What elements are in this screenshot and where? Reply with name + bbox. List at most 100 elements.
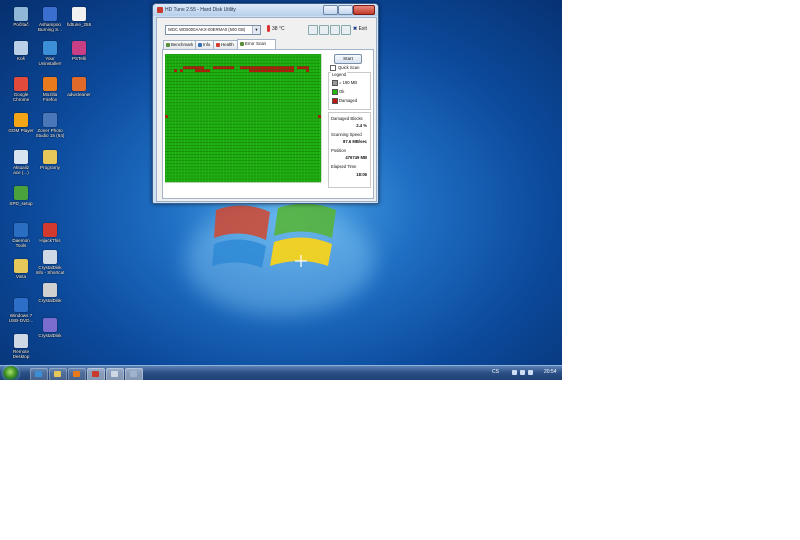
desktop-shortcut[interactable]: HijackThis [33,223,67,243]
damaged-block [228,66,231,70]
adwcleaner-icon [72,77,86,91]
damaged-block [249,69,252,73]
setup-icon [14,186,28,200]
damaged-block [270,69,273,73]
desktop-shortcut[interactable]: Remote Desktop [4,334,38,359]
desktop-shortcut[interactable]: adwcleaner [62,77,96,97]
damaged-block [252,66,255,70]
copy-info-icon[interactable] [319,25,329,35]
window-client: WDC WD5000AAKX-00ERMA0 (500 GB) ▼ 38 °C … [156,17,377,202]
folder-icon [14,259,28,273]
taskbar-button[interactable] [125,368,143,380]
hdtune-icon [92,371,99,377]
folder-icon [43,150,57,164]
drive-select[interactable]: WDC WD5000AAKX-00ERMA0 (500 GB) ▼ [165,25,261,35]
hdtune-window: HD Tune 2.55 - Hard Disk Utility WDC WD5… [152,3,379,204]
damaged-block [285,69,288,73]
taskbar-button[interactable] [68,368,86,380]
scanning-speed-value: 87.6 MB/sec [343,139,367,144]
desktop: Počítač Ashampoo Burning S... hdtune_255 Ko… [0,0,562,380]
damaged-block [273,69,276,73]
desktop-shortcut[interactable]: SPD_setup [4,186,38,206]
language-indicator[interactable]: CS [492,369,499,375]
desktop-shortcut[interactable]: Programy [33,150,67,170]
desktop-shortcut-label: Zoner Photo Studio 15 (64) [35,128,65,139]
damaged-block [279,69,282,73]
checkbox-box[interactable] [330,65,336,71]
damaged-block [270,66,273,70]
damaged-block [303,66,306,70]
scan-sidebar: Start Quick Scan Legend = 190 MB Ok Dama… [328,54,371,194]
copy-icon[interactable] [308,25,318,35]
benchmark-icon [166,43,170,47]
desktop-shortcut-label: CrystalDisk [38,333,62,338]
maximize-button[interactable] [338,5,353,15]
damaged-block [282,69,285,73]
desktop-shortcut-label: Remote Desktop [12,349,30,360]
tab-error-scan[interactable]: Error Scan [237,39,276,49]
damaged-block [198,66,201,70]
damaged-block [264,69,267,73]
damaged-block [267,66,270,70]
clock[interactable]: 20:54 [544,369,557,375]
scanning-speed-label: Scanning Speed [331,132,362,137]
taskbar-button[interactable] [87,368,105,380]
daemon-icon [14,223,28,237]
crystaldisk-icon [43,283,57,297]
start-button-scan[interactable]: Start [334,54,362,64]
damaged-block [195,69,198,73]
desktop-shortcut[interactable]: PSTelli [62,41,96,61]
title-bar[interactable]: HD Tune 2.55 - Hard Disk Utility [153,4,378,16]
damaged-block [255,66,258,70]
damaged-block [291,69,294,73]
desktop-shortcut[interactable]: Zoner Photo Studio 15 (64) [33,113,67,138]
windows-logo [212,203,336,268]
legend-group: Legend = 190 MB Ok Damaged [328,72,371,110]
damaged-block [267,69,270,73]
start-button[interactable] [3,366,19,380]
window-title: HD Tune 2.55 - Hard Disk Utility [165,7,236,13]
health-icon [216,43,220,47]
damaged-block [291,66,294,70]
damaged-block [183,66,186,70]
thermometer-icon [267,25,270,33]
legend-ok-swatch [332,89,338,95]
exit-button[interactable]: ✖ Exit [353,25,367,34]
temperature-readout: 38 °C [267,25,285,34]
desktop-shortcut[interactable]: hdtune_255 [62,7,96,27]
damaged-block [222,66,225,70]
damaged-block [249,66,252,70]
options-icon[interactable] [341,25,351,35]
crystaldisk-icon [43,318,57,332]
damaged-block [255,69,258,73]
remote-desktop-icon [14,334,28,348]
damaged-block [186,66,189,70]
damaged-block [261,66,264,70]
desktop-shortcut[interactable]: CrystalDisk [33,283,67,303]
taskbar-button[interactable] [49,368,67,380]
close-button[interactable] [353,5,375,15]
damaged-block [219,66,222,70]
chevron-down-icon[interactable]: ▼ [252,26,260,34]
damaged-block [318,115,321,119]
tray-volume-icon[interactable] [528,370,533,375]
damaged-block [306,66,309,70]
damaged-block [285,66,288,70]
taskbar-button[interactable] [30,368,48,380]
desktop-shortcut[interactable]: CrystalDisk [33,318,67,338]
minimize-button[interactable] [323,5,338,15]
position-value: 476749 MB [345,155,367,160]
quick-scan-checkbox[interactable]: Quick Scan [330,65,359,71]
tray-network-icon[interactable] [520,370,525,375]
damaged-block [225,66,228,70]
damaged-block [300,66,303,70]
desktop-shortcut-label: HijackThis [39,238,61,243]
error-scan-icon [240,42,244,46]
tray-flag-icon[interactable] [512,370,517,375]
legend-ok-label: Ok [339,89,345,95]
taskbar-button[interactable] [106,368,124,380]
desktop-shortcut[interactable]: CrystalDisk Info - Shortcut [33,250,67,275]
system-tray: CS 20:54 [470,366,562,380]
cursor-crosshair [295,255,307,267]
save-icon[interactable] [330,25,340,35]
